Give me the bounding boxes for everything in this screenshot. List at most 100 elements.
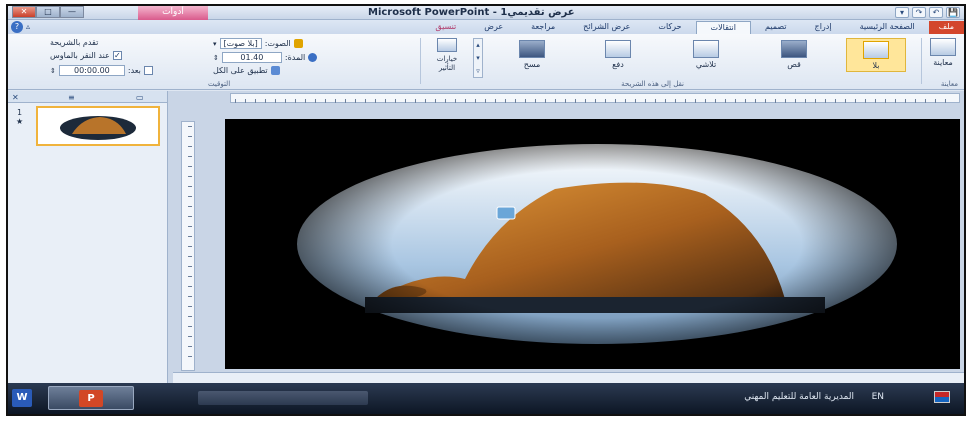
taskbar-window-button[interactable] (198, 391, 368, 405)
duration-row: المدة: 01.40 ⇕ (213, 52, 318, 63)
slides-tab-icon[interactable]: ▭ (136, 93, 144, 102)
ruler-tick (735, 99, 736, 103)
notes-pane[interactable] (173, 372, 964, 383)
tab-design[interactable]: تصميم (751, 21, 801, 34)
duration-spin-icon[interactable]: ⇕ (213, 54, 219, 62)
transition-cut[interactable]: قص (764, 40, 824, 69)
transition-none[interactable]: بلا (846, 38, 906, 72)
close-button[interactable]: ✕ (12, 6, 36, 18)
taskbar-status-text: المديرية العامة للتعليم المهني (744, 392, 854, 402)
gallery-scroll[interactable]: ▴ ▾ ▿ (473, 38, 483, 78)
taskbar-powerpoint-button[interactable]: P (48, 386, 134, 410)
transition-push-icon (605, 40, 631, 58)
on-click-row[interactable]: عند النقر بالماوس (50, 51, 122, 60)
ruler-tick (905, 99, 906, 103)
ruler-tick (188, 356, 192, 357)
ruler-tick (895, 99, 896, 103)
tab-home[interactable]: الصفحة الرئيسية (846, 21, 929, 34)
ruler-tick (725, 99, 726, 103)
transition-push[interactable]: دفع (588, 40, 648, 69)
context-tools-tab[interactable]: أدوات (138, 6, 208, 20)
minimize-ribbon-icon[interactable]: ▵ (26, 22, 30, 31)
ruler-tick (505, 99, 506, 103)
tab-file[interactable]: ملف (928, 21, 964, 34)
ruler-tick (755, 99, 756, 103)
ruler-tick (285, 99, 286, 103)
ribbon: معاينة معاينة بلا قص تلاشي دفع مسح ▴ ▾ ▿ ن… (8, 34, 964, 90)
ruler-tick (188, 346, 192, 347)
timing-group-label: التوقيت (208, 80, 231, 88)
ruler-tick (525, 99, 526, 103)
ruler-tick (835, 99, 836, 103)
language-indicator[interactable]: EN (872, 392, 884, 402)
ruler-tick (335, 99, 336, 103)
ruler-tick (925, 99, 926, 103)
after-spinner[interactable]: 00:00.00 (58, 65, 125, 76)
preview-button[interactable]: معاينة (926, 38, 960, 67)
apply-all-icon (270, 66, 280, 75)
ruler-tick (188, 126, 192, 127)
tab-format[interactable]: تنسيق (421, 21, 470, 34)
save-icon[interactable]: 💾 (946, 7, 960, 18)
taskbar-word-icon[interactable]: W (12, 389, 32, 407)
transition-fade[interactable]: تلاشي (676, 40, 736, 69)
minimize-button[interactable]: — (60, 6, 84, 18)
ruler-tick (305, 99, 306, 103)
ruler-tick (935, 99, 936, 103)
slides-pane: ✕ ≡ ▭ 1 ★ (8, 91, 168, 383)
duration-spinner[interactable]: 01.40 (221, 52, 282, 63)
ruler-tick (485, 99, 486, 103)
ruler-tick (425, 99, 426, 103)
outline-tab-icon[interactable]: ≡ (68, 93, 75, 102)
apply-all-row[interactable]: تطبيق على الكل (213, 66, 280, 75)
tab-review[interactable]: مراجعة (517, 21, 569, 34)
ruler-tick (775, 99, 776, 103)
ruler-tick (188, 136, 192, 137)
ruler-tick (595, 99, 596, 103)
customize-qa-icon[interactable]: ▾ (895, 7, 909, 18)
ruler-tick (855, 99, 856, 103)
ruler-tick (188, 296, 192, 297)
tab-insert[interactable]: إدراج (801, 21, 846, 34)
ruler-tick (665, 99, 666, 103)
slide-thumbnail-item[interactable]: 1 ★ (14, 106, 162, 146)
ruler-tick (188, 326, 192, 327)
on-click-checkbox[interactable] (112, 51, 122, 60)
ruler-tick (815, 99, 816, 103)
after-spin-icon[interactable]: ⇕ (50, 67, 56, 75)
tab-view[interactable]: عرض (470, 21, 517, 34)
ruler-tick (675, 99, 676, 103)
on-click-label: عند النقر بالماوس (50, 51, 110, 60)
ruler-tick (495, 99, 496, 103)
maximize-button[interactable]: □ (36, 6, 60, 18)
tab-animations[interactable]: حركات (644, 21, 695, 34)
slide-number-value: 1 (17, 108, 23, 117)
ruler-tick (475, 99, 476, 103)
tab-transitions[interactable]: انتقالات (695, 21, 751, 34)
effect-options-button[interactable]: خيارات التأثير (428, 38, 466, 72)
flag-icon[interactable] (934, 391, 950, 403)
slide-canvas[interactable] (225, 119, 960, 369)
undo-icon[interactable]: ↶ (929, 7, 943, 18)
ruler-tick (188, 146, 192, 147)
transition-fade-label: تلاشي (695, 60, 717, 69)
sound-dropdown[interactable]: [بلا صوت] (219, 38, 262, 49)
help-icon[interactable]: ? (11, 21, 23, 33)
tab-slideshow[interactable]: عرض الشرائح (569, 21, 644, 34)
sound-dropdown-arrow-icon[interactable]: ▾ (213, 40, 217, 48)
ruler-tick (235, 99, 236, 103)
ruler-tick (645, 99, 646, 103)
redo-icon[interactable]: ↷ (912, 7, 926, 18)
ruler-tick (188, 236, 192, 237)
after-checkbox[interactable] (143, 66, 153, 75)
effect-options-label: خيارات التأثير (436, 55, 458, 72)
ruler-tick (845, 99, 846, 103)
powerpoint-window: ✕ □ — أدوات Microsoft PowerPoint - عرض ت… (6, 4, 966, 416)
ruler-tick (295, 99, 296, 103)
slide-photo-picture[interactable] (225, 119, 960, 369)
ruler-tick (188, 206, 192, 207)
transition-wipe[interactable]: مسح (502, 40, 562, 69)
ruler-tick (575, 99, 576, 103)
pane-close-icon[interactable]: ✕ (12, 93, 19, 102)
slide-thumbnail[interactable] (36, 106, 160, 146)
